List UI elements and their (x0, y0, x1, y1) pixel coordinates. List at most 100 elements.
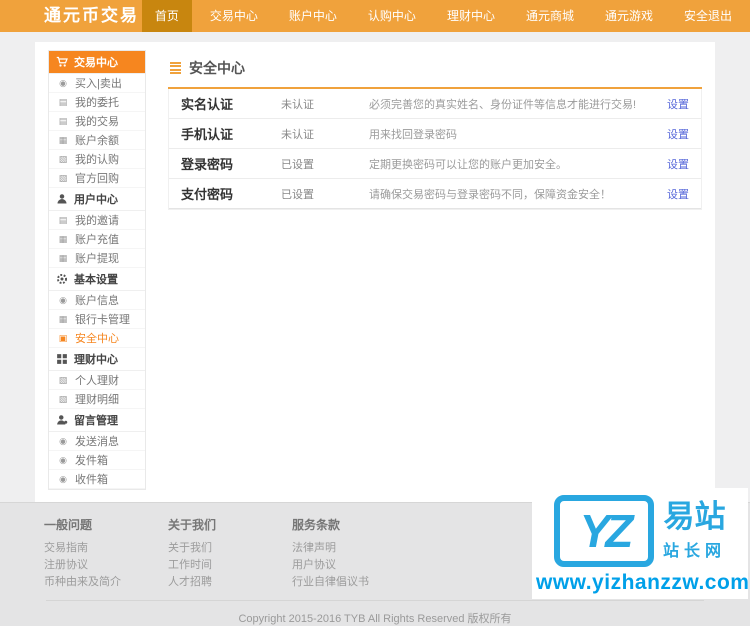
row-description: 定期更换密码可以让您的账户更加安全。 (369, 158, 567, 171)
sidebar-item-my-invites[interactable]: ▤ 我的邀请 (49, 211, 145, 230)
watermark-url: www.yizhanzzw.com (536, 571, 750, 594)
sidebar-section-user[interactable]: 用户中心 (49, 188, 145, 211)
row-label: 手机认证 (181, 127, 234, 142)
lock-icon: ▣ (58, 332, 68, 343)
profile-icon: ◉ (59, 294, 67, 305)
site-logo: 通元币交易 (44, 6, 139, 25)
settings-link[interactable]: 设置 (667, 186, 689, 202)
sidebar-section-label: 理财中心 (74, 354, 118, 366)
nav-item-games[interactable]: 通元游戏 (592, 0, 666, 32)
sidebar-item-personal-finance[interactable]: ▧ 个人理财 (49, 371, 145, 390)
footer-col-about: 关于我们 关于我们 工作时间 人才招聘 (168, 516, 260, 591)
sidebar-item-balance[interactable]: ▦ 账户余额 (49, 131, 145, 150)
sidebar-item-security-center[interactable]: ▣ 安全中心 (49, 329, 145, 348)
row-status: 已设置 (281, 158, 314, 171)
table-row: 支付密码 已设置 请确保交易密码与登录密码不同，保障资金安全！ 设置 (169, 179, 701, 209)
sidebar: 交易中心 ◉ 买入|卖出 ▤ 我的委托 ▤ 我的交易 ▦ 账户余额 ▧ 我的认购… (48, 50, 146, 490)
footer-col-general: 一般问题 交易指南 注册协议 币种由来及简介 (44, 516, 136, 591)
sidebar-section-settings[interactable]: 基本设置 (49, 268, 145, 291)
nav-item-home[interactable]: 首页 (141, 0, 192, 32)
outbox-icon: ◉ (59, 454, 67, 465)
footer-heading: 一般问题 (44, 518, 93, 532)
topbar: 通元币交易 首页 交易中心 账户中心 认购中心 理财中心 通元商城 通元游戏 安… (0, 0, 750, 32)
sidebar-item-label: 账户余额 (75, 135, 119, 147)
footer-link-about-us[interactable]: 关于我们 (168, 540, 260, 557)
main-card: 交易中心 ◉ 买入|卖出 ▤ 我的委托 ▤ 我的交易 ▦ 账户余额 ▧ 我的认购… (35, 42, 715, 502)
sidebar-item-my-subscription[interactable]: ▧ 我的认购 (49, 150, 145, 169)
settings-link[interactable]: 设置 (667, 126, 689, 142)
message-icon: ◉ (59, 435, 67, 446)
sidebar-item-withdraw[interactable]: ▦ 账户提现 (49, 249, 145, 268)
card-icon: ▦ (58, 252, 68, 263)
row-description: 必须完善您的真实姓名、身份证件等信息才能进行交易! (369, 98, 637, 111)
footer-link-recruitment[interactable]: 人才招聘 (168, 574, 260, 591)
sidebar-item-label: 账户信息 (75, 295, 119, 307)
bank-card-icon: ▦ (58, 313, 68, 324)
sidebar-item-account-info[interactable]: ◉ 账户信息 (49, 291, 145, 310)
sidebar-item-my-entrust[interactable]: ▤ 我的委托 (49, 93, 145, 112)
sidebar-item-label: 个人理财 (75, 375, 119, 387)
nav-item-logout[interactable]: 安全退出 (671, 0, 745, 32)
nav-item-finance-center[interactable]: 理财中心 (434, 0, 508, 32)
chart-icon: ▧ (58, 374, 68, 385)
nav-item-subscribe-center[interactable]: 认购中心 (355, 0, 429, 32)
watermark-brand-line2: 站长网 (662, 542, 726, 560)
footer-link-legal-notice[interactable]: 法律声明 (292, 540, 384, 557)
chat-user-icon (56, 414, 68, 426)
settings-link[interactable]: 设置 (667, 156, 689, 172)
sidebar-section-messages[interactable]: 留言管理 (49, 409, 145, 432)
sidebar-item-bank-cards[interactable]: ▦ 银行卡管理 (49, 310, 145, 329)
footer-link-working-hours[interactable]: 工作时间 (168, 557, 260, 574)
sidebar-item-label: 收件箱 (75, 474, 108, 486)
footer-link-user-agreement[interactable]: 用户协议 (292, 557, 384, 574)
sidebar-item-label: 我的委托 (75, 97, 119, 109)
settings-link[interactable]: 设置 (667, 96, 689, 112)
row-status: 未认证 (281, 98, 314, 111)
document-icon: ▤ (58, 214, 68, 225)
content-panel: 安全中心 实名认证 未认证 必须完善您的真实姓名、身份证件等信息才能进行交易! … (146, 50, 702, 490)
nav-item-mall[interactable]: 通元商城 (513, 0, 587, 32)
sidebar-item-label: 官方回购 (75, 173, 119, 185)
sidebar-item-send-message[interactable]: ◉ 发送消息 (49, 432, 145, 451)
sidebar-item-label: 发件箱 (75, 455, 108, 467)
nav-item-trade-center[interactable]: 交易中心 (197, 0, 271, 32)
page-title: 安全中心 (189, 60, 245, 76)
footer-link-register-agreement[interactable]: 注册协议 (44, 557, 136, 574)
footer-link-coin-intro[interactable]: 币种由来及简介 (44, 574, 136, 591)
sidebar-item-label: 我的交易 (75, 116, 119, 128)
sidebar-item-finance-detail[interactable]: ▧ 理财明细 (49, 390, 145, 409)
footer-link-industry-initiative[interactable]: 行业自律倡议书 (292, 574, 384, 591)
nav-item-account-center[interactable]: 账户中心 (276, 0, 350, 32)
chart-icon: ▧ (58, 153, 68, 164)
sidebar-section-finance[interactable]: 理财中心 (49, 348, 145, 371)
sidebar-section-label: 用户中心 (74, 194, 118, 206)
sidebar-item-official-buyback[interactable]: ▧ 官方回购 (49, 169, 145, 188)
sidebar-item-inbox[interactable]: ◉ 收件箱 (49, 470, 145, 489)
sidebar-item-outbox[interactable]: ◉ 发件箱 (49, 451, 145, 470)
watermark-logo: YZ 易站 站长网 (536, 495, 744, 567)
watermark-brand-line1: 易站 (663, 499, 726, 535)
watermark-brand: 易站 站长网 (663, 501, 726, 561)
cart-icon (56, 56, 68, 68)
sidebar-section-label: 交易中心 (74, 57, 118, 69)
sidebar-item-label: 买入|卖出 (75, 78, 122, 90)
row-label: 支付密码 (181, 187, 234, 202)
sidebar-item-my-trades[interactable]: ▤ 我的交易 (49, 112, 145, 131)
footer-link-trade-guide[interactable]: 交易指南 (44, 540, 136, 557)
coin-icon: ◉ (59, 77, 67, 88)
security-table: 实名认证 未认证 必须完善您的真实姓名、身份证件等信息才能进行交易! 设置 手机… (168, 89, 702, 210)
inbox-icon: ◉ (59, 473, 67, 484)
row-label: 实名认证 (181, 97, 234, 112)
sidebar-item-buy-sell[interactable]: ◉ 买入|卖出 (49, 74, 145, 93)
sidebar-item-label: 账户提现 (75, 253, 119, 265)
list-icon: ▤ (58, 96, 68, 107)
sidebar-item-label: 发送消息 (75, 436, 119, 448)
sidebar-item-label: 安全中心 (75, 333, 119, 345)
card-icon: ▦ (58, 233, 68, 244)
menu-bars-icon (170, 60, 181, 76)
sidebar-item-label: 银行卡管理 (75, 314, 130, 326)
watermark: YZ 易站 站长网 www.yizhanzzw.com (532, 488, 750, 599)
row-description: 请确保交易密码与登录密码不同，保障资金安全！ (369, 188, 611, 201)
sidebar-item-deposit[interactable]: ▦ 账户充值 (49, 230, 145, 249)
sidebar-section-trade[interactable]: 交易中心 (49, 51, 145, 74)
